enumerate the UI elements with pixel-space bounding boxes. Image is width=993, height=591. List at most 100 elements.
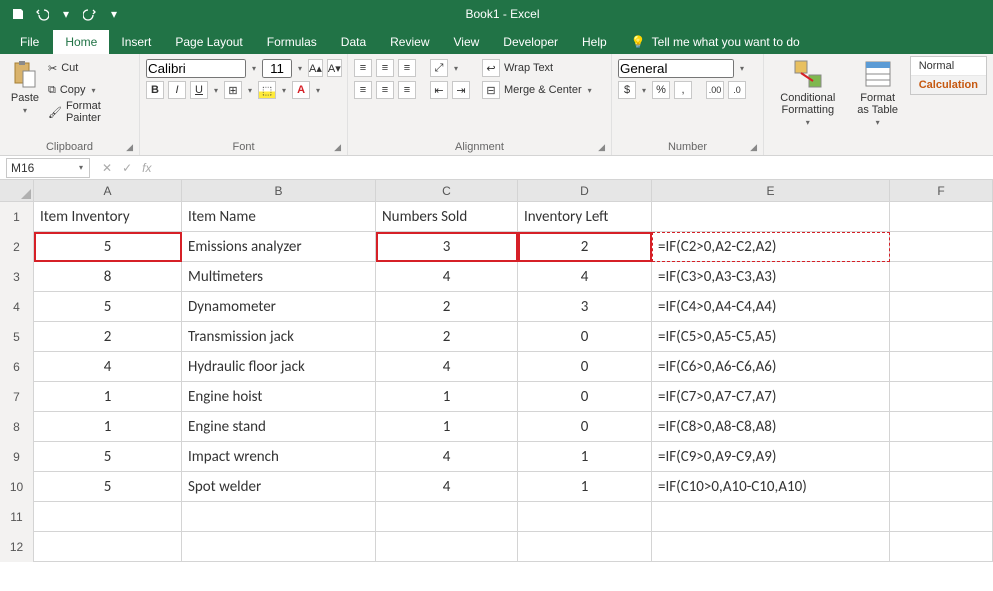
cell[interactable] [890, 232, 993, 262]
cell[interactable]: =IF(C3>0,A3-C3,A3) [652, 262, 890, 292]
cut-button[interactable]: ✂Cut [48, 58, 133, 78]
increase-indent-button[interactable]: ⇥ [452, 81, 470, 99]
cell[interactable] [890, 262, 993, 292]
cell[interactable]: 4 [376, 472, 518, 502]
italic-button[interactable]: I [168, 81, 186, 99]
cell[interactable]: =IF(C8>0,A8-C8,A8) [652, 412, 890, 442]
tab-review[interactable]: Review [378, 30, 441, 54]
enter-icon[interactable]: ✓ [122, 161, 132, 175]
undo-dropdown-icon[interactable]: ▾ [58, 6, 74, 22]
tab-help[interactable]: Help [570, 30, 619, 54]
cell[interactable] [890, 442, 993, 472]
cell[interactable]: Emissions analyzer [182, 232, 376, 262]
fill-color-button[interactable]: ⬚ [258, 81, 276, 99]
cell[interactable]: 4 [376, 262, 518, 292]
cell[interactable] [376, 502, 518, 532]
cell[interactable]: =IF(C9>0,A9-C9,A9) [652, 442, 890, 472]
formula-input[interactable] [159, 158, 993, 178]
cell[interactable]: 4 [34, 352, 182, 382]
tab-developer[interactable]: Developer [491, 30, 570, 54]
cell[interactable]: 0 [518, 322, 652, 352]
cell[interactable]: =IF(C7>0,A7-C7,A7) [652, 382, 890, 412]
cell[interactable]: =IF(C2>0,A2-C2,A2) [652, 232, 890, 262]
column-header[interactable]: D [518, 180, 652, 201]
chevron-down-icon[interactable]: ▾ [314, 86, 322, 95]
borders-button[interactable]: ⊞ [224, 81, 242, 99]
chevron-down-icon[interactable]: ▾ [586, 86, 594, 95]
chevron-down-icon[interactable]: ▾ [640, 86, 648, 95]
align-middle-button[interactable]: ≡ [376, 59, 394, 77]
decrease-indent-button[interactable]: ⇤ [430, 81, 448, 99]
row-header[interactable]: 3 [0, 262, 34, 292]
cell[interactable]: 0 [518, 352, 652, 382]
row-header[interactable]: 2 [0, 232, 34, 262]
cell[interactable] [890, 322, 993, 352]
cell[interactable]: Item Name [182, 202, 376, 232]
row-header[interactable]: 1 [0, 202, 34, 232]
align-bottom-button[interactable]: ≡ [398, 59, 416, 77]
cell[interactable]: Numbers Sold [376, 202, 518, 232]
cell[interactable]: Engine stand [182, 412, 376, 442]
column-header[interactable]: B [182, 180, 376, 201]
cell[interactable]: 2 [518, 232, 652, 262]
bold-button[interactable]: B [146, 81, 164, 99]
increase-decimal-button[interactable]: .00 [706, 81, 724, 99]
select-all-button[interactable] [0, 180, 34, 201]
cell[interactable]: Transmission jack [182, 322, 376, 352]
cell[interactable] [890, 292, 993, 322]
redo-icon[interactable] [82, 6, 98, 22]
cancel-icon[interactable]: ✕ [102, 161, 112, 175]
cell[interactable] [890, 382, 993, 412]
cell[interactable] [652, 502, 890, 532]
row-header[interactable]: 9 [0, 442, 34, 472]
decrease-font-button[interactable]: A▾ [327, 59, 342, 77]
cell[interactable] [34, 532, 182, 562]
dialog-launcher-icon[interactable]: ◢ [750, 142, 757, 153]
chevron-down-icon[interactable]: ▾ [280, 86, 288, 95]
cell[interactable]: =IF(C6>0,A6-C6,A6) [652, 352, 890, 382]
cell[interactable] [652, 202, 890, 232]
cell[interactable] [890, 532, 993, 562]
row-header[interactable]: 11 [0, 502, 34, 532]
cell[interactable]: Hydraulic floor jack [182, 352, 376, 382]
font-size-input[interactable] [262, 59, 292, 78]
cell-styles-gallery[interactable]: Normal Calculation [910, 56, 987, 95]
style-normal[interactable]: Normal [911, 57, 986, 76]
decrease-decimal-button[interactable]: .0 [728, 81, 746, 99]
cell[interactable] [182, 502, 376, 532]
save-icon[interactable] [10, 6, 26, 22]
chevron-down-icon[interactable]: ▾ [296, 64, 304, 73]
cell[interactable]: 5 [34, 232, 182, 262]
cell[interactable]: 4 [376, 352, 518, 382]
cell[interactable] [518, 502, 652, 532]
dialog-launcher-icon[interactable]: ◢ [598, 142, 605, 153]
cell[interactable]: Inventory Left [518, 202, 652, 232]
conditional-formatting-button[interactable]: Conditional Formatting▾ [770, 56, 846, 129]
row-header[interactable]: 12 [0, 532, 34, 562]
increase-font-button[interactable]: A▴ [308, 59, 323, 77]
accounting-format-button[interactable]: $ [618, 81, 636, 99]
percent-format-button[interactable]: % [652, 81, 670, 99]
align-top-button[interactable]: ≡ [354, 59, 372, 77]
cell[interactable]: 1 [376, 382, 518, 412]
cell[interactable]: 1 [518, 442, 652, 472]
chevron-down-icon[interactable]: ▾ [452, 64, 460, 73]
column-header[interactable]: C [376, 180, 518, 201]
cell[interactable]: 3 [518, 292, 652, 322]
cell[interactable]: 1 [376, 412, 518, 442]
chevron-down-icon[interactable]: ▾ [246, 86, 254, 95]
orientation-button[interactable]: ⤢ [430, 59, 448, 77]
cell[interactable]: 5 [34, 472, 182, 502]
cell[interactable] [34, 502, 182, 532]
cell[interactable]: 3 [376, 232, 518, 262]
copy-button[interactable]: ⧉Copy▾ [48, 80, 133, 100]
cell[interactable] [890, 502, 993, 532]
name-box[interactable]: M16 ▾ [6, 158, 90, 178]
cell[interactable] [652, 532, 890, 562]
cell[interactable] [890, 472, 993, 502]
tell-me-search[interactable]: 💡 Tell me what you want to do [619, 30, 812, 54]
cell[interactable]: 1 [518, 472, 652, 502]
cell[interactable] [890, 202, 993, 232]
row-header[interactable]: 5 [0, 322, 34, 352]
cell[interactable]: 4 [376, 442, 518, 472]
